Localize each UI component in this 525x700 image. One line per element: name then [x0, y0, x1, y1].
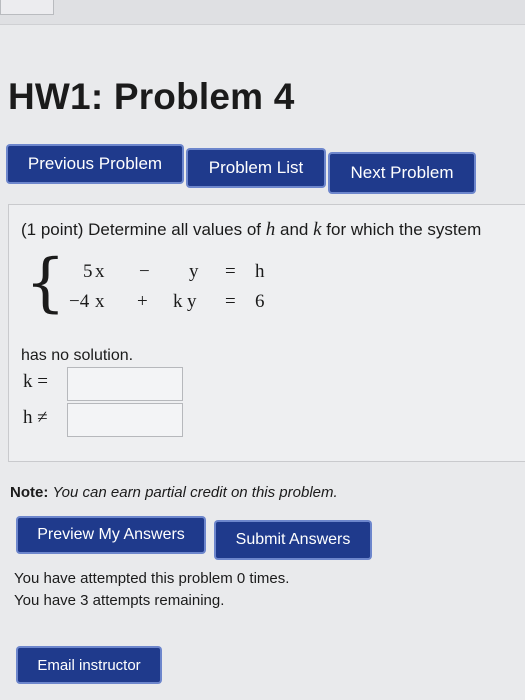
previous-problem-button[interactable]: Previous Problem	[8, 146, 182, 182]
eq1-rhs: h	[255, 261, 265, 282]
attempts-line-2: You have 3 attempts remaining.	[14, 592, 225, 609]
k-answer-input[interactable]	[67, 367, 183, 401]
problem-box: (1 point) Determine all values of h and …	[8, 204, 525, 462]
eq2-coef-k: k	[173, 291, 183, 312]
note-label: Note:	[10, 484, 49, 501]
top-tab[interactable]	[0, 0, 54, 15]
eq1-operator: −	[139, 261, 150, 282]
eq2-var-y: y	[187, 291, 197, 312]
var-h: h	[265, 219, 276, 240]
problem-list-button[interactable]: Problem List	[188, 150, 324, 186]
eq2-equals: =	[225, 291, 236, 312]
eq2-operator: +	[137, 291, 148, 312]
note-text: You can earn partial credit on this prob…	[52, 484, 338, 501]
eq1-var-y: y	[189, 261, 199, 282]
email-instructor-button[interactable]: Email instructor	[18, 648, 160, 682]
eq1-coef-x: 5	[83, 261, 93, 282]
next-problem-button[interactable]: Next Problem	[330, 154, 474, 192]
var-k: k	[313, 219, 322, 240]
prompt-start: Determine all values of	[88, 220, 262, 239]
points-label: (1 point)	[21, 220, 84, 239]
prompt-and: and	[280, 220, 309, 239]
h-answer-label: h ≠	[23, 407, 48, 428]
no-solution-text: has no solution.	[21, 347, 134, 364]
attempts-status: You have attempted this problem 0 times.…	[14, 568, 289, 612]
system-brace: {	[25, 246, 66, 320]
k-answer-label: k =	[23, 371, 48, 392]
preview-answers-button[interactable]: Preview My Answers	[18, 518, 204, 552]
eq1-equals: =	[225, 261, 236, 282]
partial-credit-note: Note: You can earn partial credit on thi…	[10, 484, 338, 501]
eq2-var-x: x	[95, 291, 105, 312]
eq2-coef-x: −4	[69, 291, 90, 312]
problem-prompt: (1 point) Determine all values of h and …	[21, 219, 481, 241]
attempts-line-1: You have attempted this problem 0 times.	[14, 570, 290, 587]
eq2-rhs: 6	[255, 291, 265, 312]
page-title: HW1: Problem 4	[8, 76, 295, 117]
eq1-var-x: x	[95, 261, 105, 282]
h-answer-input[interactable]	[67, 403, 183, 437]
top-strip	[0, 0, 525, 25]
submit-answers-button[interactable]: Submit Answers	[216, 522, 370, 558]
prompt-end: for which the system	[326, 220, 482, 239]
